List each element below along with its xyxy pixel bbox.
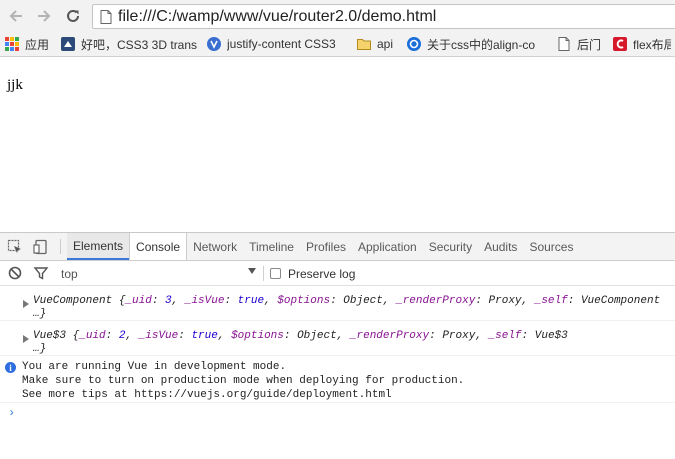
- object-preview: Vue$3 {_uid: 2, _isVue: true, $options: …: [33, 330, 568, 342]
- tab-sources[interactable]: Sources: [523, 233, 579, 260]
- reload-icon: [67, 9, 79, 22]
- url-text: file:///C:/wamp/www/vue/router2.0/demo.h…: [118, 7, 437, 25]
- tab-console[interactable]: Console: [129, 233, 188, 260]
- info-line-1: You are running Vue in development mode.: [22, 361, 287, 373]
- preserve-log-label[interactable]: Preserve log: [288, 267, 355, 281]
- toolbar-divider: [60, 239, 61, 254]
- site-favicon-icon: [207, 37, 221, 51]
- info-line-3[interactable]: See more tips at https://vuejs.org/guide…: [22, 388, 667, 402]
- prop-value: Object: [343, 295, 383, 307]
- back-arrow-icon: [9, 10, 22, 22]
- inspect-element-button[interactable]: [2, 233, 28, 260]
- bookmark-flex[interactable]: flex布局: [608, 33, 675, 55]
- prop-value: 3: [165, 295, 172, 307]
- page-icon: [558, 37, 570, 51]
- prop-value: true: [237, 295, 265, 307]
- prop-value: Vue$3: [534, 330, 568, 342]
- site-favicon-icon: [407, 37, 421, 51]
- prop-key: _renderProxy: [396, 295, 476, 307]
- bookmark-label: 好吧，CSS3 3D trans: [81, 37, 198, 52]
- prop-key: _uid: [125, 295, 152, 307]
- prop-value: Proxy: [442, 330, 476, 342]
- address-bar[interactable]: file:///C:/wamp/www/vue/router2.0/demo.h…: [92, 4, 675, 29]
- bookmark-apps[interactable]: 应用: [0, 33, 56, 55]
- info-icon: i: [5, 362, 16, 373]
- bookmark-label: 后门: [577, 37, 602, 52]
- site-favicon-icon: [61, 37, 75, 51]
- object-tail: …}: [33, 308, 47, 320]
- bookmark-label: justify-content CSS3: [227, 37, 336, 51]
- tab-elements[interactable]: Elements: [67, 233, 130, 260]
- context-select[interactable]: top: [61, 267, 78, 281]
- prop-value: Object: [297, 330, 337, 342]
- back-button[interactable]: [4, 4, 28, 28]
- prompt-caret-icon: ›: [8, 406, 16, 420]
- prop-value: Proxy: [488, 295, 522, 307]
- brace: {: [112, 295, 126, 307]
- console-filter-bar: top Preserve log: [0, 261, 675, 286]
- preserve-log-checkbox[interactable]: [270, 268, 281, 279]
- tab-timeline[interactable]: Timeline: [243, 233, 300, 260]
- bookmark-align-content[interactable]: 关于css中的align-co: [402, 33, 552, 55]
- bookmark-css3-3d[interactable]: 好吧，CSS3 3D trans: [56, 33, 202, 55]
- prop-key: $options: [277, 295, 331, 307]
- forward-button[interactable]: [32, 4, 56, 28]
- prop-key: _isVue: [138, 330, 179, 342]
- page-body-text: jjk: [7, 77, 23, 93]
- prop-key: $options: [231, 330, 284, 342]
- bookmark-api[interactable]: api: [352, 33, 402, 55]
- clear-console-icon[interactable]: [7, 265, 23, 281]
- expand-triangle-icon[interactable]: [23, 300, 29, 308]
- object-preview: VueComponent {_uid: 3, _isVue: true, $op…: [33, 295, 661, 307]
- prop-key: _uid: [79, 330, 106, 342]
- info-line-2: Make sure to turn on production mode whe…: [22, 375, 465, 387]
- prop-key: _renderProxy: [349, 330, 430, 342]
- tab-application[interactable]: Application: [352, 233, 423, 260]
- bookmarks-bar: 应用 好吧，CSS3 3D trans justify-content CSS3…: [0, 32, 675, 57]
- tab-network[interactable]: Network: [187, 233, 243, 260]
- object-tail: …}: [33, 343, 47, 355]
- prop-key: _self: [488, 330, 522, 342]
- bookmark-backdoor[interactable]: 后门: [552, 33, 608, 55]
- folder-icon: [357, 39, 371, 50]
- reload-button[interactable]: [61, 4, 85, 28]
- browser-toolbar: file:///C:/wamp/www/vue/router2.0/demo.h…: [0, 0, 675, 32]
- devtools-panel: Elements Console Network Timeline Profil…: [0, 232, 675, 459]
- device-toolbar-button[interactable]: [28, 233, 54, 260]
- tab-audits[interactable]: Audits: [478, 233, 523, 260]
- tab-profiles[interactable]: Profiles: [300, 233, 352, 260]
- bookmark-label: api: [377, 37, 394, 51]
- filter-icon[interactable]: [33, 265, 49, 281]
- forward-arrow-icon: [38, 10, 51, 22]
- apps-grid-icon: [5, 37, 19, 51]
- tab-security[interactable]: Security: [423, 233, 478, 260]
- page-icon: [100, 9, 112, 24]
- bookmark-label: flex布局: [633, 37, 671, 52]
- bookmark-justify-content[interactable]: justify-content CSS3: [202, 33, 352, 55]
- log-entry-vue3[interactable]: Vue$3 {_uid: 2, _isVue: true, $options: …: [0, 321, 675, 356]
- prop-value: VueComponent: [580, 295, 661, 307]
- object-name: VueComponent: [33, 295, 113, 307]
- page-viewport: jjk: [0, 57, 675, 232]
- brace: {: [66, 330, 80, 342]
- devtools-tab-bar: Elements Console Network Timeline Profil…: [0, 233, 675, 261]
- dropdown-arrow-icon[interactable]: [248, 268, 256, 274]
- filter-divider: [263, 266, 264, 281]
- prop-value: true: [191, 330, 218, 342]
- object-name: Vue$3: [33, 330, 67, 342]
- expand-triangle-icon[interactable]: [23, 335, 29, 343]
- prop-key: _self: [534, 295, 568, 307]
- device-mode-icon: [33, 239, 47, 254]
- site-favicon-icon: [613, 37, 627, 51]
- log-entry-vuecomponent[interactable]: VueComponent {_uid: 3, _isVue: true, $op…: [0, 286, 675, 321]
- bookmark-label: 关于css中的align-co: [427, 37, 536, 52]
- console-prompt[interactable]: ›: [0, 403, 675, 423]
- console-log: VueComponent {_uid: 3, _isVue: true, $op…: [0, 286, 675, 423]
- bookmark-label: 应用: [25, 37, 50, 52]
- prop-key: _isVue: [184, 295, 225, 307]
- inspect-cursor-icon: [7, 239, 21, 253]
- log-entry-info: i You are running Vue in development mod…: [0, 356, 675, 403]
